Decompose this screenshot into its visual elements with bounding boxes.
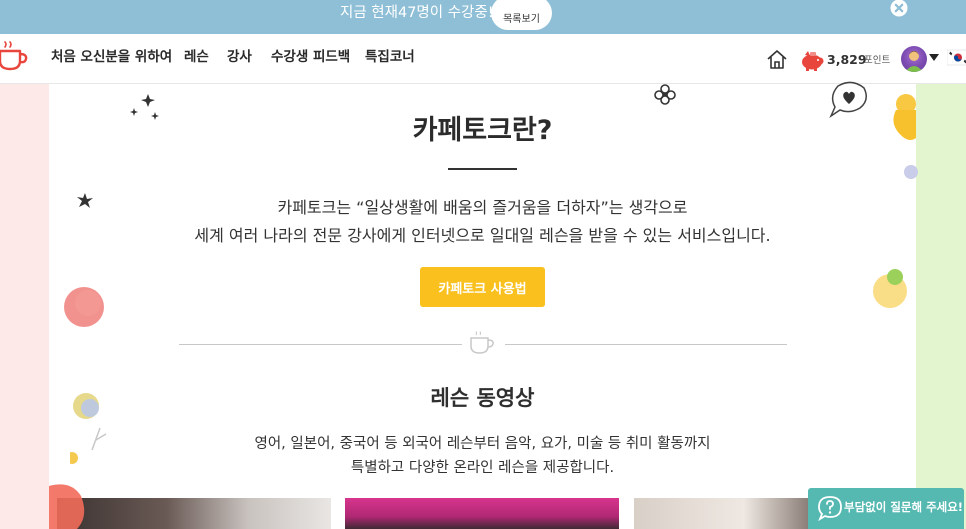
lavender-circle bbox=[903, 163, 919, 185]
section-divider-left bbox=[179, 344, 462, 345]
title-underline bbox=[448, 168, 517, 170]
nav-item-lessons[interactable]: 레슨 bbox=[184, 48, 209, 66]
main-content: 카페토크란? 카페토크는 “일상생활에 배움의 즐거움을 더하자”는 생각으로 … bbox=[49, 84, 916, 529]
main-navigation: 처음 오신분을 위하여 레슨 강사 수강생 피드백 특집코너 3,829 포인트 bbox=[0, 34, 966, 84]
yellow-heart-shape bbox=[888, 92, 920, 152]
points-unit-label: 포인트 bbox=[864, 55, 891, 66]
home-icon[interactable] bbox=[766, 48, 788, 70]
page-title: 카페토크란? bbox=[412, 115, 553, 146]
how-to-use-button[interactable]: 카페토크 사용법 bbox=[420, 267, 545, 307]
nav-item-getting-started[interactable]: 처음 오신분을 위하여 bbox=[51, 48, 172, 66]
coffee-cup-icon bbox=[468, 331, 496, 357]
chevron-down-icon[interactable] bbox=[929, 54, 939, 61]
lesson-videos-description-line-1: 영어, 일본어, 중국어 등 외국어 레슨부터 음악, 요가, 미술 등 취미 … bbox=[254, 436, 711, 452]
live-student-count-message: 지금 현재47명이 수강중! bbox=[340, 5, 494, 21]
piggy-bank-icon[interactable] bbox=[799, 49, 825, 71]
fruit-doodle bbox=[872, 265, 912, 317]
section-divider-right bbox=[505, 344, 787, 345]
coral-blob bbox=[49, 476, 89, 529]
branch-doodle bbox=[66, 390, 110, 474]
star-doodle-icon bbox=[128, 92, 164, 130]
about-description-line-2: 세계 여러 나라의 전문 강사에게 인터넷으로 일대일 레슨을 받을 수 있는 … bbox=[194, 226, 771, 245]
left-decorative-background bbox=[0, 84, 50, 529]
korea-flag-icon[interactable] bbox=[946, 48, 966, 68]
heart-speech-bubble-icon bbox=[828, 80, 870, 122]
announcement-bar: 지금 현재47명이 수강중! 목록보기 bbox=[0, 0, 966, 34]
close-icon[interactable] bbox=[890, 0, 908, 17]
about-description-line-1: 카페토크는 “일상생활에 배움의 즐거움을 더하자”는 생각으로 bbox=[277, 198, 688, 217]
lesson-video-thumbnail[interactable] bbox=[345, 498, 619, 529]
lesson-videos-description-line-2: 특별하고 다양한 온라인 레슨을 제공합니다. bbox=[350, 460, 615, 476]
question-bubble-icon bbox=[817, 495, 843, 522]
points-balance: 3,829 bbox=[827, 52, 867, 67]
lesson-video-thumbnail[interactable] bbox=[57, 498, 331, 529]
flower-doodle-icon bbox=[653, 83, 677, 109]
lesson-videos-heading: 레슨 동영상 bbox=[430, 386, 535, 410]
pink-circle bbox=[62, 284, 106, 334]
user-avatar[interactable] bbox=[901, 46, 927, 72]
star-doodle-icon bbox=[75, 192, 95, 214]
view-list-button[interactable]: 목록보기 bbox=[491, 0, 552, 30]
nav-item-special-features[interactable]: 특집코너 bbox=[365, 48, 415, 66]
nav-item-student-feedback[interactable]: 수강생 피드백 bbox=[271, 48, 350, 66]
cafetalk-logo-icon[interactable] bbox=[0, 41, 30, 75]
ask-question-label: 부담없이 질문해 주세요! bbox=[844, 500, 964, 514]
nav-item-tutors[interactable]: 강사 bbox=[227, 48, 252, 66]
ask-question-button[interactable]: 부담없이 질문해 주세요! bbox=[808, 488, 964, 529]
right-decorative-background bbox=[916, 84, 966, 529]
